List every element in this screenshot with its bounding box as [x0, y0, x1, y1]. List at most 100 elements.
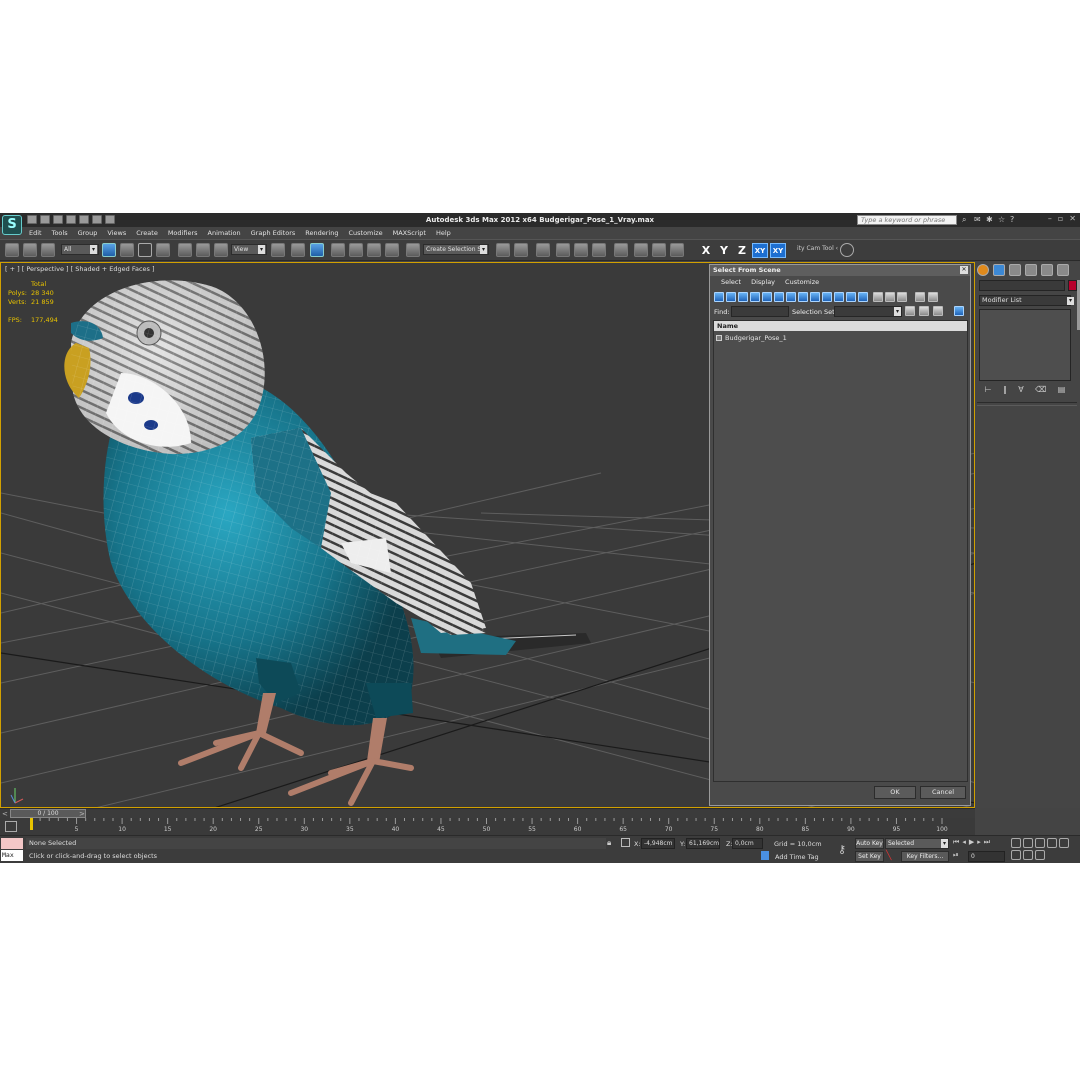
utilities-tab-icon[interactable] — [1057, 264, 1069, 276]
display-hidden-icon[interactable] — [846, 292, 856, 302]
axis-x-button[interactable]: X — [698, 243, 714, 258]
motion-tab-icon[interactable] — [1025, 264, 1037, 276]
display-bones-icon[interactable] — [810, 292, 820, 302]
next-frame-icon[interactable]: ▸ — [977, 838, 981, 847]
display-frozen-icon[interactable] — [834, 292, 844, 302]
display-xrefs-icon[interactable] — [798, 292, 808, 302]
maximize-icon[interactable]: ▫ — [1058, 214, 1063, 223]
create-tab-icon[interactable] — [977, 264, 989, 276]
dialog-options-icon[interactable] — [954, 306, 964, 316]
align-icon[interactable] — [514, 243, 528, 257]
subscription-icon[interactable]: ✉ — [974, 215, 982, 224]
named-selection-sets-dropdown[interactable]: Create Selection Se — [423, 244, 489, 255]
keyboard-shortcut-override-icon[interactable] — [310, 243, 324, 257]
display-space-warps-icon[interactable] — [774, 292, 784, 302]
select-and-move-icon[interactable] — [178, 243, 192, 257]
time-slider[interactable]: < 0 / 100 > — [0, 808, 975, 818]
menu-tools[interactable]: Tools — [47, 228, 73, 239]
display-shapes-icon[interactable] — [726, 292, 736, 302]
time-slider-next-icon[interactable]: > — [79, 810, 85, 818]
search-input[interactable]: Type a keyword or phrase — [857, 215, 957, 225]
menu-views[interactable]: Views — [102, 228, 131, 239]
selection-lock-icon[interactable]: 🔒︎ — [607, 838, 611, 848]
select-none-icon[interactable] — [885, 292, 895, 302]
zoom-all-icon[interactable] — [1023, 838, 1033, 848]
dialog-title[interactable]: Select From Scene — [710, 265, 970, 276]
angle-snap-icon[interactable] — [349, 243, 363, 257]
menu-edit[interactable]: Edit — [24, 228, 47, 239]
dialog-menu-customize[interactable]: Customize — [780, 277, 824, 288]
unlink-icon[interactable] — [23, 243, 37, 257]
set-key-button[interactable]: Set Key — [855, 851, 884, 862]
pin-stack-icon[interactable]: ⊢ — [985, 385, 992, 397]
selection-filter-dropdown[interactable]: All — [61, 244, 99, 255]
reference-coordinate-dropdown[interactable]: View — [231, 244, 267, 255]
filter-icon[interactable] — [928, 292, 938, 302]
key-selection-dropdown[interactable]: Selected — [885, 838, 949, 849]
key-mode-toggle-icon[interactable]: ⏯ — [953, 851, 959, 860]
menu-create[interactable]: Create — [131, 228, 163, 239]
mirror-icon[interactable] — [496, 243, 510, 257]
menu-modifiers[interactable]: Modifiers — [163, 228, 203, 239]
key-mode-icon[interactable]: ╲ — [886, 851, 891, 861]
select-and-link-icon[interactable] — [5, 243, 19, 257]
create-selection-set-icon[interactable] — [905, 306, 915, 316]
window-crossing-icon[interactable] — [156, 243, 170, 257]
object-list[interactable]: Name Budgerigar_Pose_1 — [713, 320, 968, 782]
time-slider-prev-icon[interactable]: < — [2, 810, 8, 818]
track-bar[interactable]: 5 10 15 20 25 30 35 40 45 50 55 60 65 70 75 80 85 90 95 100 — [0, 818, 975, 835]
rectangular-selection-icon[interactable] — [138, 243, 152, 257]
display-all-icon[interactable] — [858, 292, 868, 302]
zoom-extents-all-icon[interactable] — [1047, 838, 1057, 848]
add-time-tag-button[interactable]: Add Time Tag — [775, 853, 819, 861]
auto-key-button[interactable]: Auto Key — [855, 838, 884, 849]
select-and-scale-icon[interactable] — [214, 243, 228, 257]
display-lights-icon[interactable] — [738, 292, 748, 302]
help-icon[interactable]: ? — [1010, 215, 1018, 224]
search-icon[interactable]: ⌕ — [962, 215, 970, 224]
render-production-icon[interactable] — [670, 243, 684, 257]
edit-named-selection-icon[interactable] — [406, 243, 420, 257]
axis-z-button[interactable]: Z — [734, 243, 750, 258]
axis-xy-button[interactable]: XY — [752, 243, 768, 258]
axis-y-button[interactable]: Y — [716, 243, 732, 258]
percent-snap-icon[interactable] — [367, 243, 381, 257]
list-header-name[interactable]: Name — [714, 321, 967, 331]
y-coord-field[interactable]: 61,169cm — [686, 838, 720, 849]
orbit-icon[interactable] — [1023, 850, 1033, 860]
selection-set-dropdown[interactable] — [834, 306, 902, 317]
configure-modifier-sets-icon[interactable]: ▤ — [1058, 385, 1066, 397]
modifier-stack[interactable] — [979, 309, 1071, 381]
minimize-icon[interactable]: – — [1048, 214, 1052, 223]
add-to-selection-set-icon[interactable] — [919, 306, 929, 316]
material-editor-icon[interactable] — [614, 243, 628, 257]
play-icon[interactable]: ▶ — [969, 838, 974, 847]
set-key-icon[interactable]: ⚷ — [838, 843, 846, 856]
communication-icon[interactable]: ✱ — [986, 215, 994, 224]
go-to-end-icon[interactable]: ⏭ — [984, 838, 990, 847]
app-logo-icon[interactable]: S — [2, 215, 22, 235]
menu-graph-editors[interactable]: Graph Editors — [246, 228, 301, 239]
select-and-rotate-icon[interactable] — [196, 243, 210, 257]
snaps-toggle-icon[interactable] — [331, 243, 345, 257]
display-tab-icon[interactable] — [1041, 264, 1053, 276]
show-end-result-icon[interactable]: ‖ — [1003, 385, 1007, 397]
maxscript-mini-listener[interactable]: Max — [1, 850, 23, 861]
pan-view-icon[interactable] — [1011, 850, 1021, 860]
object-color-swatch[interactable] — [1068, 280, 1077, 291]
make-unique-icon[interactable]: ∀ — [1018, 385, 1023, 397]
previous-frame-icon[interactable]: ◂ — [962, 838, 966, 847]
modify-tab-icon[interactable] — [993, 264, 1005, 276]
menu-animation[interactable]: Animation — [203, 228, 246, 239]
bind-space-warp-icon[interactable] — [41, 243, 55, 257]
dialog-close-icon[interactable]: ✕ — [960, 266, 968, 274]
maximize-viewport-icon[interactable] — [1035, 850, 1045, 860]
go-to-start-icon[interactable]: ⏮ — [953, 838, 959, 847]
render-setup-icon[interactable] — [634, 243, 648, 257]
absolute-mode-icon[interactable] — [621, 838, 630, 847]
viewport-label[interactable]: [ + ] [ Perspective ] [ Shaded + Edged F… — [5, 265, 155, 273]
current-frame-marker[interactable] — [30, 818, 33, 830]
dialog-menu-select[interactable]: Select — [716, 277, 746, 288]
x-coord-field[interactable]: -4,948cm — [641, 838, 675, 849]
time-slider-thumb[interactable]: 0 / 100 — [10, 809, 86, 818]
